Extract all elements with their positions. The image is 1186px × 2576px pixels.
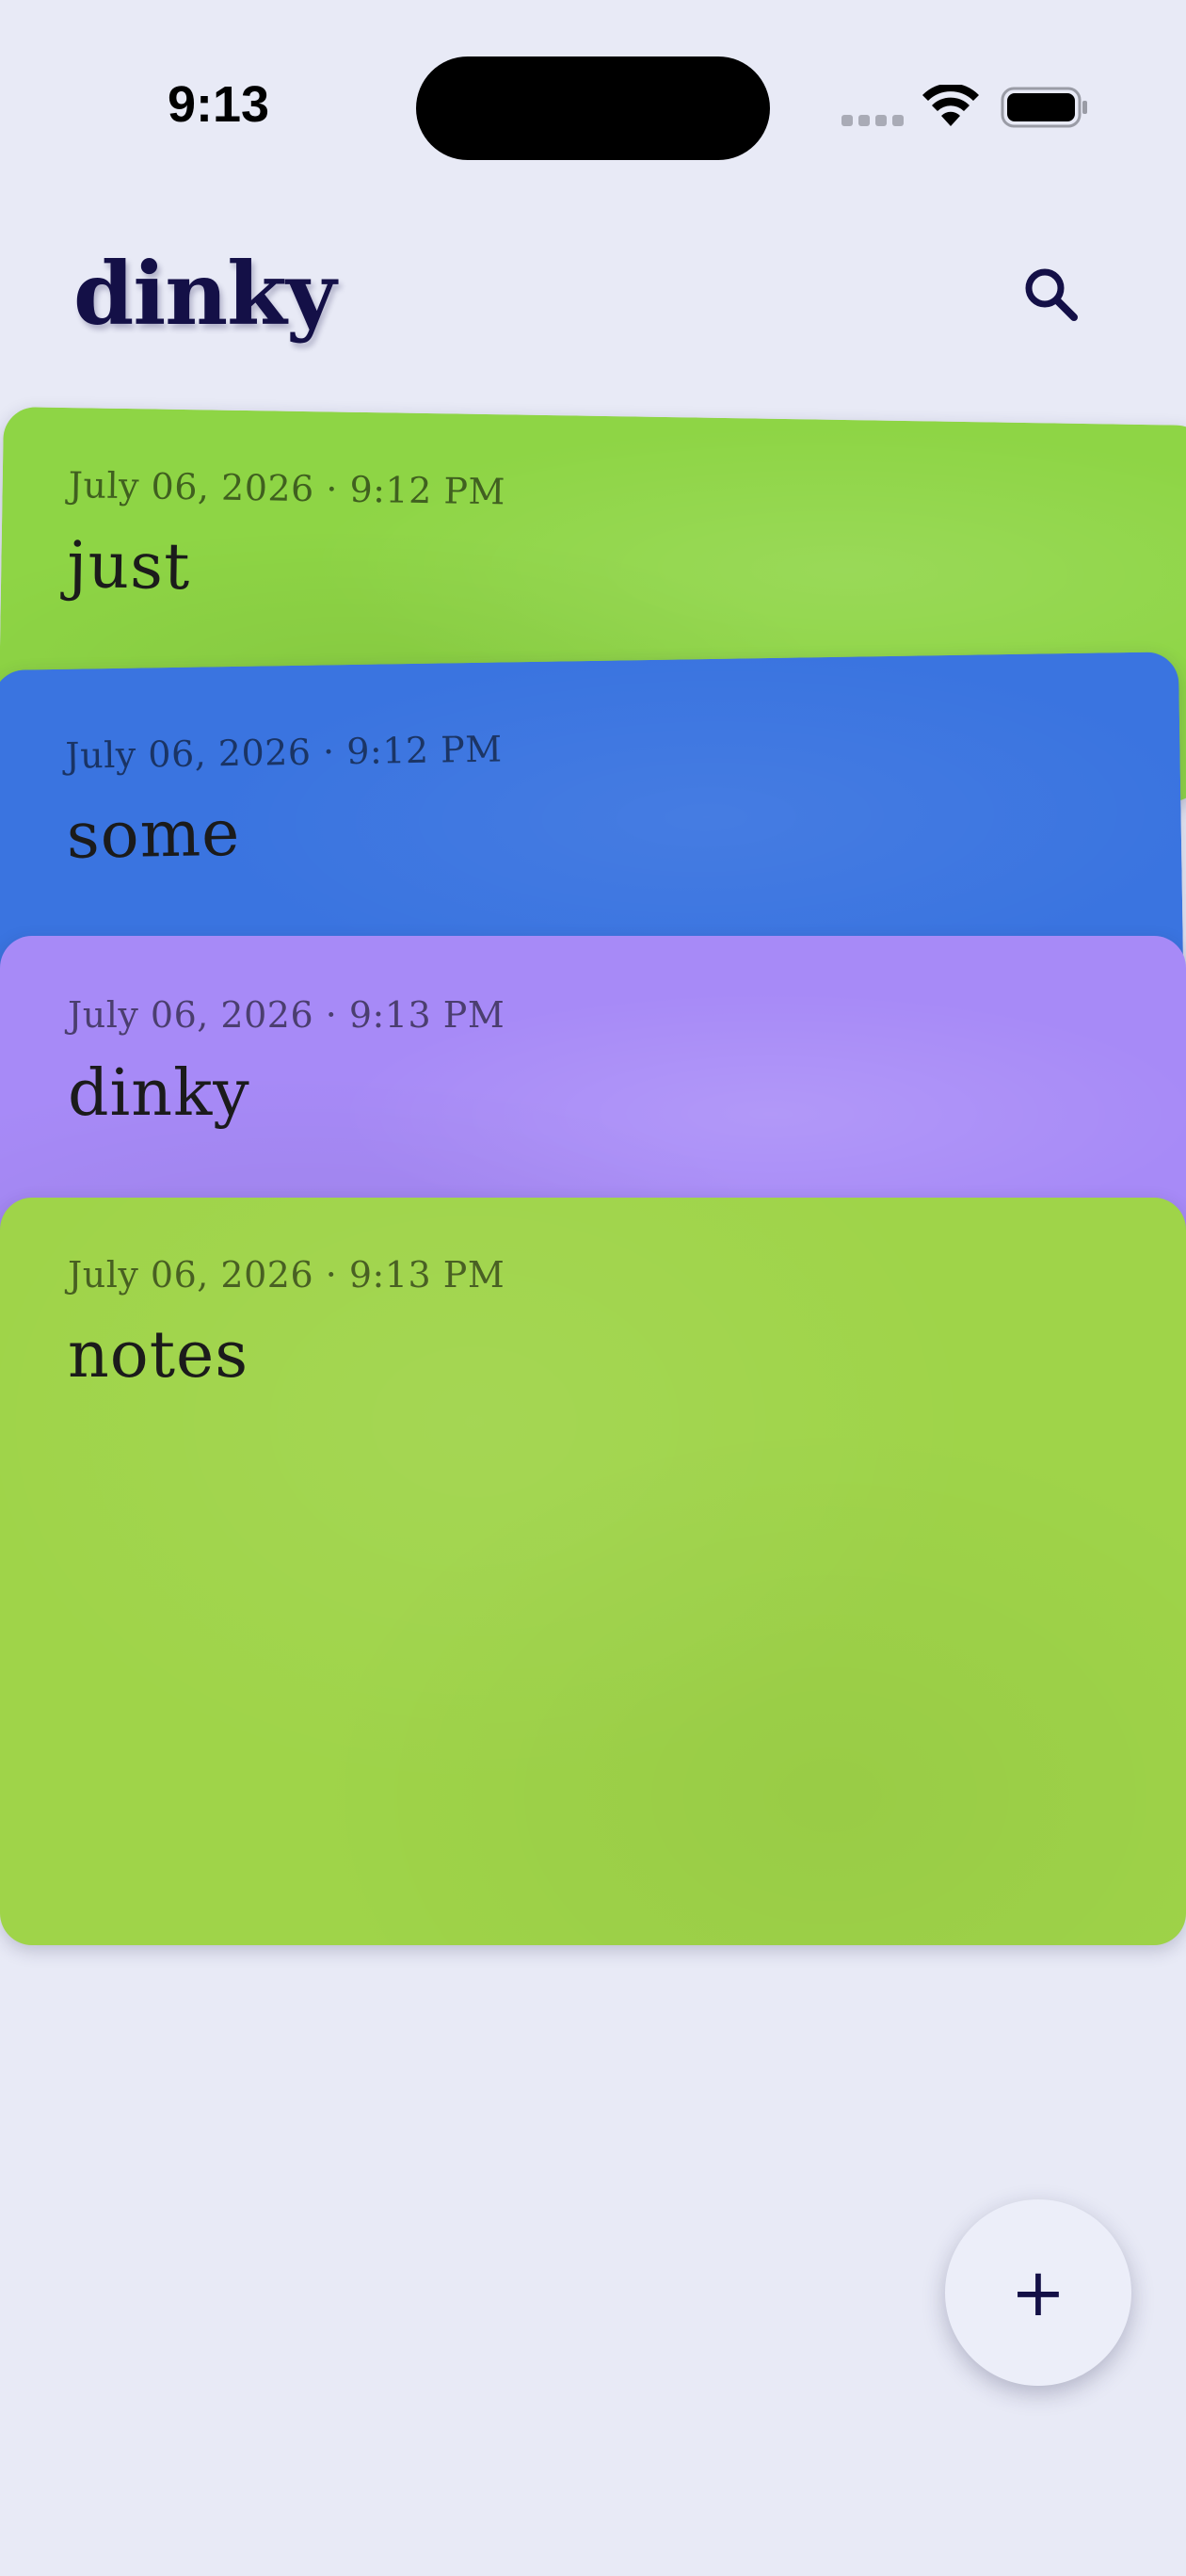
battery-icon	[1001, 87, 1087, 128]
add-note-button[interactable]: +	[945, 2199, 1131, 2386]
dynamic-island	[416, 56, 770, 160]
note-date: July 06, 2026 · 9:12 PM	[68, 464, 506, 513]
note-date: July 06, 2026 · 9:13 PM	[68, 994, 505, 1036]
note-date: July 06, 2026 · 9:13 PM	[68, 1254, 505, 1296]
note-title: dinky	[68, 1056, 250, 1131]
note-title: just	[66, 528, 192, 605]
search-button[interactable]	[1013, 256, 1088, 331]
status-bar: 9:13	[0, 0, 1186, 217]
status-time: 9:13	[168, 76, 270, 133]
note-date: July 06, 2026 · 9:12 PM	[65, 728, 503, 777]
wifi-icon	[922, 85, 979, 126]
cellular-signal-icon	[841, 115, 904, 126]
app-title: dinky	[73, 243, 336, 345]
note-title: some	[66, 796, 241, 874]
note-card[interactable]: July 06, 2026 · 9:13 PM notes	[0, 1198, 1186, 1945]
note-title: notes	[68, 1318, 249, 1393]
search-icon	[1025, 268, 1078, 321]
plus-icon: +	[1010, 2254, 1066, 2331]
